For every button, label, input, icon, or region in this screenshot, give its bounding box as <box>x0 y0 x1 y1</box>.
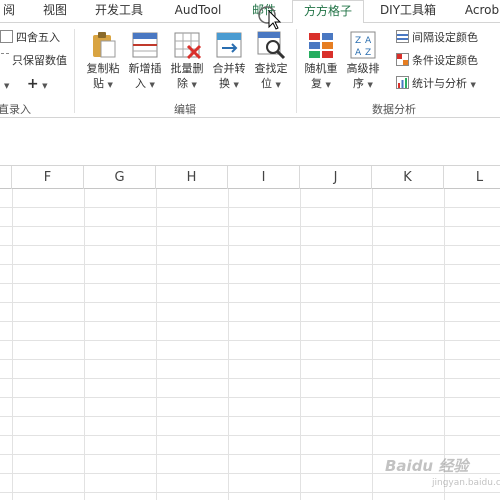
tab-fangfanggezi[interactable]: 方方格子 <box>292 0 364 23</box>
tab-developer[interactable]: 开发工具 <box>93 0 145 22</box>
chevron-down-icon: ▼ <box>191 81 197 89</box>
chevron-down-icon: ▼ <box>470 81 476 89</box>
watermark: Baidu 经验 <box>385 457 469 475</box>
column-header-h[interactable]: H <box>156 166 228 189</box>
chevron-down-icon: ▼ <box>107 81 113 89</box>
button-label: 换 <box>219 77 231 90</box>
chevron-down-icon: ▼ <box>233 81 239 89</box>
column-header-k[interactable]: K <box>372 166 444 189</box>
chevron-down-icon: ▼ <box>325 81 331 89</box>
button-label: 新增插 <box>128 62 162 75</box>
mouse-cursor-icon <box>258 6 282 30</box>
column-header-f[interactable]: F <box>12 166 84 189</box>
dropdown-arrow-icon: ▼ <box>4 82 10 90</box>
svg-text:A: A <box>365 36 372 46</box>
statistics-label: 统计与分析 <box>412 77 467 90</box>
column-header-row: F G H I J K L <box>0 166 500 189</box>
copy-paste-button[interactable]: 复制粘 贴 ▼ <box>82 29 124 93</box>
tab-audtool[interactable]: AudTool <box>170 0 226 22</box>
button-label: 批量删 <box>170 62 204 75</box>
group-divider <box>296 29 297 113</box>
round-option[interactable]: 四舍五入 <box>0 29 60 47</box>
statistics-analysis-button[interactable]: 统计与分析 ▼ <box>396 75 476 93</box>
svg-text:Z: Z <box>365 48 371 58</box>
insert-new-button[interactable]: 新增插 入 ▼ <box>124 29 166 93</box>
formula-bar-area <box>0 118 500 166</box>
chevron-down-icon: ▼ <box>367 81 373 89</box>
interval-color-label: 间隔设定颜色 <box>412 31 478 44</box>
more-options[interactable]: ▼ + ▼ <box>4 75 48 93</box>
conditional-color-button[interactable]: 条件设定颜色 <box>396 52 478 70</box>
group-label-input: 直录入 <box>0 103 31 116</box>
merge-convert-button[interactable]: 合并转 换 ▼ <box>208 29 250 93</box>
chevron-down-icon: ▼ <box>42 82 48 90</box>
chevron-down-icon: ▼ <box>275 81 281 89</box>
values-only-option[interactable]: 只保留数值 <box>0 52 67 70</box>
cell-grid[interactable] <box>0 189 500 500</box>
tab-review[interactable]: 阅 <box>0 0 20 22</box>
batch-delete-button[interactable]: 批量删 除 ▼ <box>166 29 208 93</box>
advanced-sort-button[interactable]: Z A A Z 高级排 序 ▼ <box>342 29 384 93</box>
group-label-edit: 编辑 <box>174 103 196 116</box>
watermark-url: jingyan.baidu.com <box>432 478 500 488</box>
sort-az-icon: Z A A Z <box>350 31 376 59</box>
button-label: 复制粘 <box>86 62 120 75</box>
button-label: 贴 <box>93 77 105 90</box>
search-icon <box>257 31 286 60</box>
round-label: 四舍五入 <box>16 31 60 44</box>
column-header-j[interactable]: J <box>300 166 372 189</box>
column-header-partial[interactable] <box>0 166 12 189</box>
random-grid-icon <box>309 33 333 58</box>
merge-icon <box>216 32 242 58</box>
find-locate-button[interactable]: 查找定 位 ▼ <box>250 29 292 93</box>
statistics-icon <box>396 76 409 89</box>
column-header-g[interactable]: G <box>84 166 156 189</box>
column-header-i[interactable]: I <box>228 166 300 189</box>
filter-icon <box>0 53 9 66</box>
checkbox-icon <box>0 30 13 43</box>
tab-diy-toolbox[interactable]: DIY工具箱 <box>376 0 440 22</box>
conditional-color-icon <box>396 53 409 66</box>
button-label: 随机重 <box>304 62 338 75</box>
random-repeat-button[interactable]: 随机重 复 ▼ <box>300 29 342 93</box>
button-label: 序 <box>353 77 365 90</box>
button-label: 入 <box>135 77 147 90</box>
group-divider <box>74 29 75 113</box>
button-label: 除 <box>177 77 189 90</box>
insert-rows-icon <box>132 32 158 58</box>
button-label: 查找定 <box>254 62 288 75</box>
interval-color-icon <box>396 30 409 43</box>
tab-view[interactable]: 视图 <box>40 0 70 22</box>
button-label: 位 <box>261 77 273 90</box>
button-label: 合并转 <box>212 62 246 75</box>
delete-cells-icon <box>174 32 202 60</box>
values-only-label: 只保留数值 <box>12 54 67 67</box>
button-label: 复 <box>311 77 323 90</box>
clipboard-icon <box>93 32 116 58</box>
group-label-data-analysis: 数据分析 <box>372 103 416 116</box>
ribbon-panel: 四舍五入 只保留数值 ▼ + ▼ 直录入 复制粘 贴 ▼ 新增插 入 ▼ 批量删… <box>0 22 500 118</box>
column-header-l[interactable]: L <box>444 166 500 189</box>
ribbon-tab-bar: 阅 视图 开发工具 AudTool 邮件 方方格子 DIY工具箱 Acrob <box>0 0 500 23</box>
svg-text:Z: Z <box>355 36 361 46</box>
chevron-down-icon: ▼ <box>149 81 155 89</box>
button-label: 高级排 <box>346 62 380 75</box>
tab-acrobat[interactable]: Acrob <box>462 0 500 22</box>
conditional-color-label: 条件设定颜色 <box>412 54 478 67</box>
svg-text:A: A <box>355 48 362 58</box>
interval-color-button[interactable]: 间隔设定颜色 <box>396 29 478 47</box>
plus-icon: + <box>26 76 39 92</box>
